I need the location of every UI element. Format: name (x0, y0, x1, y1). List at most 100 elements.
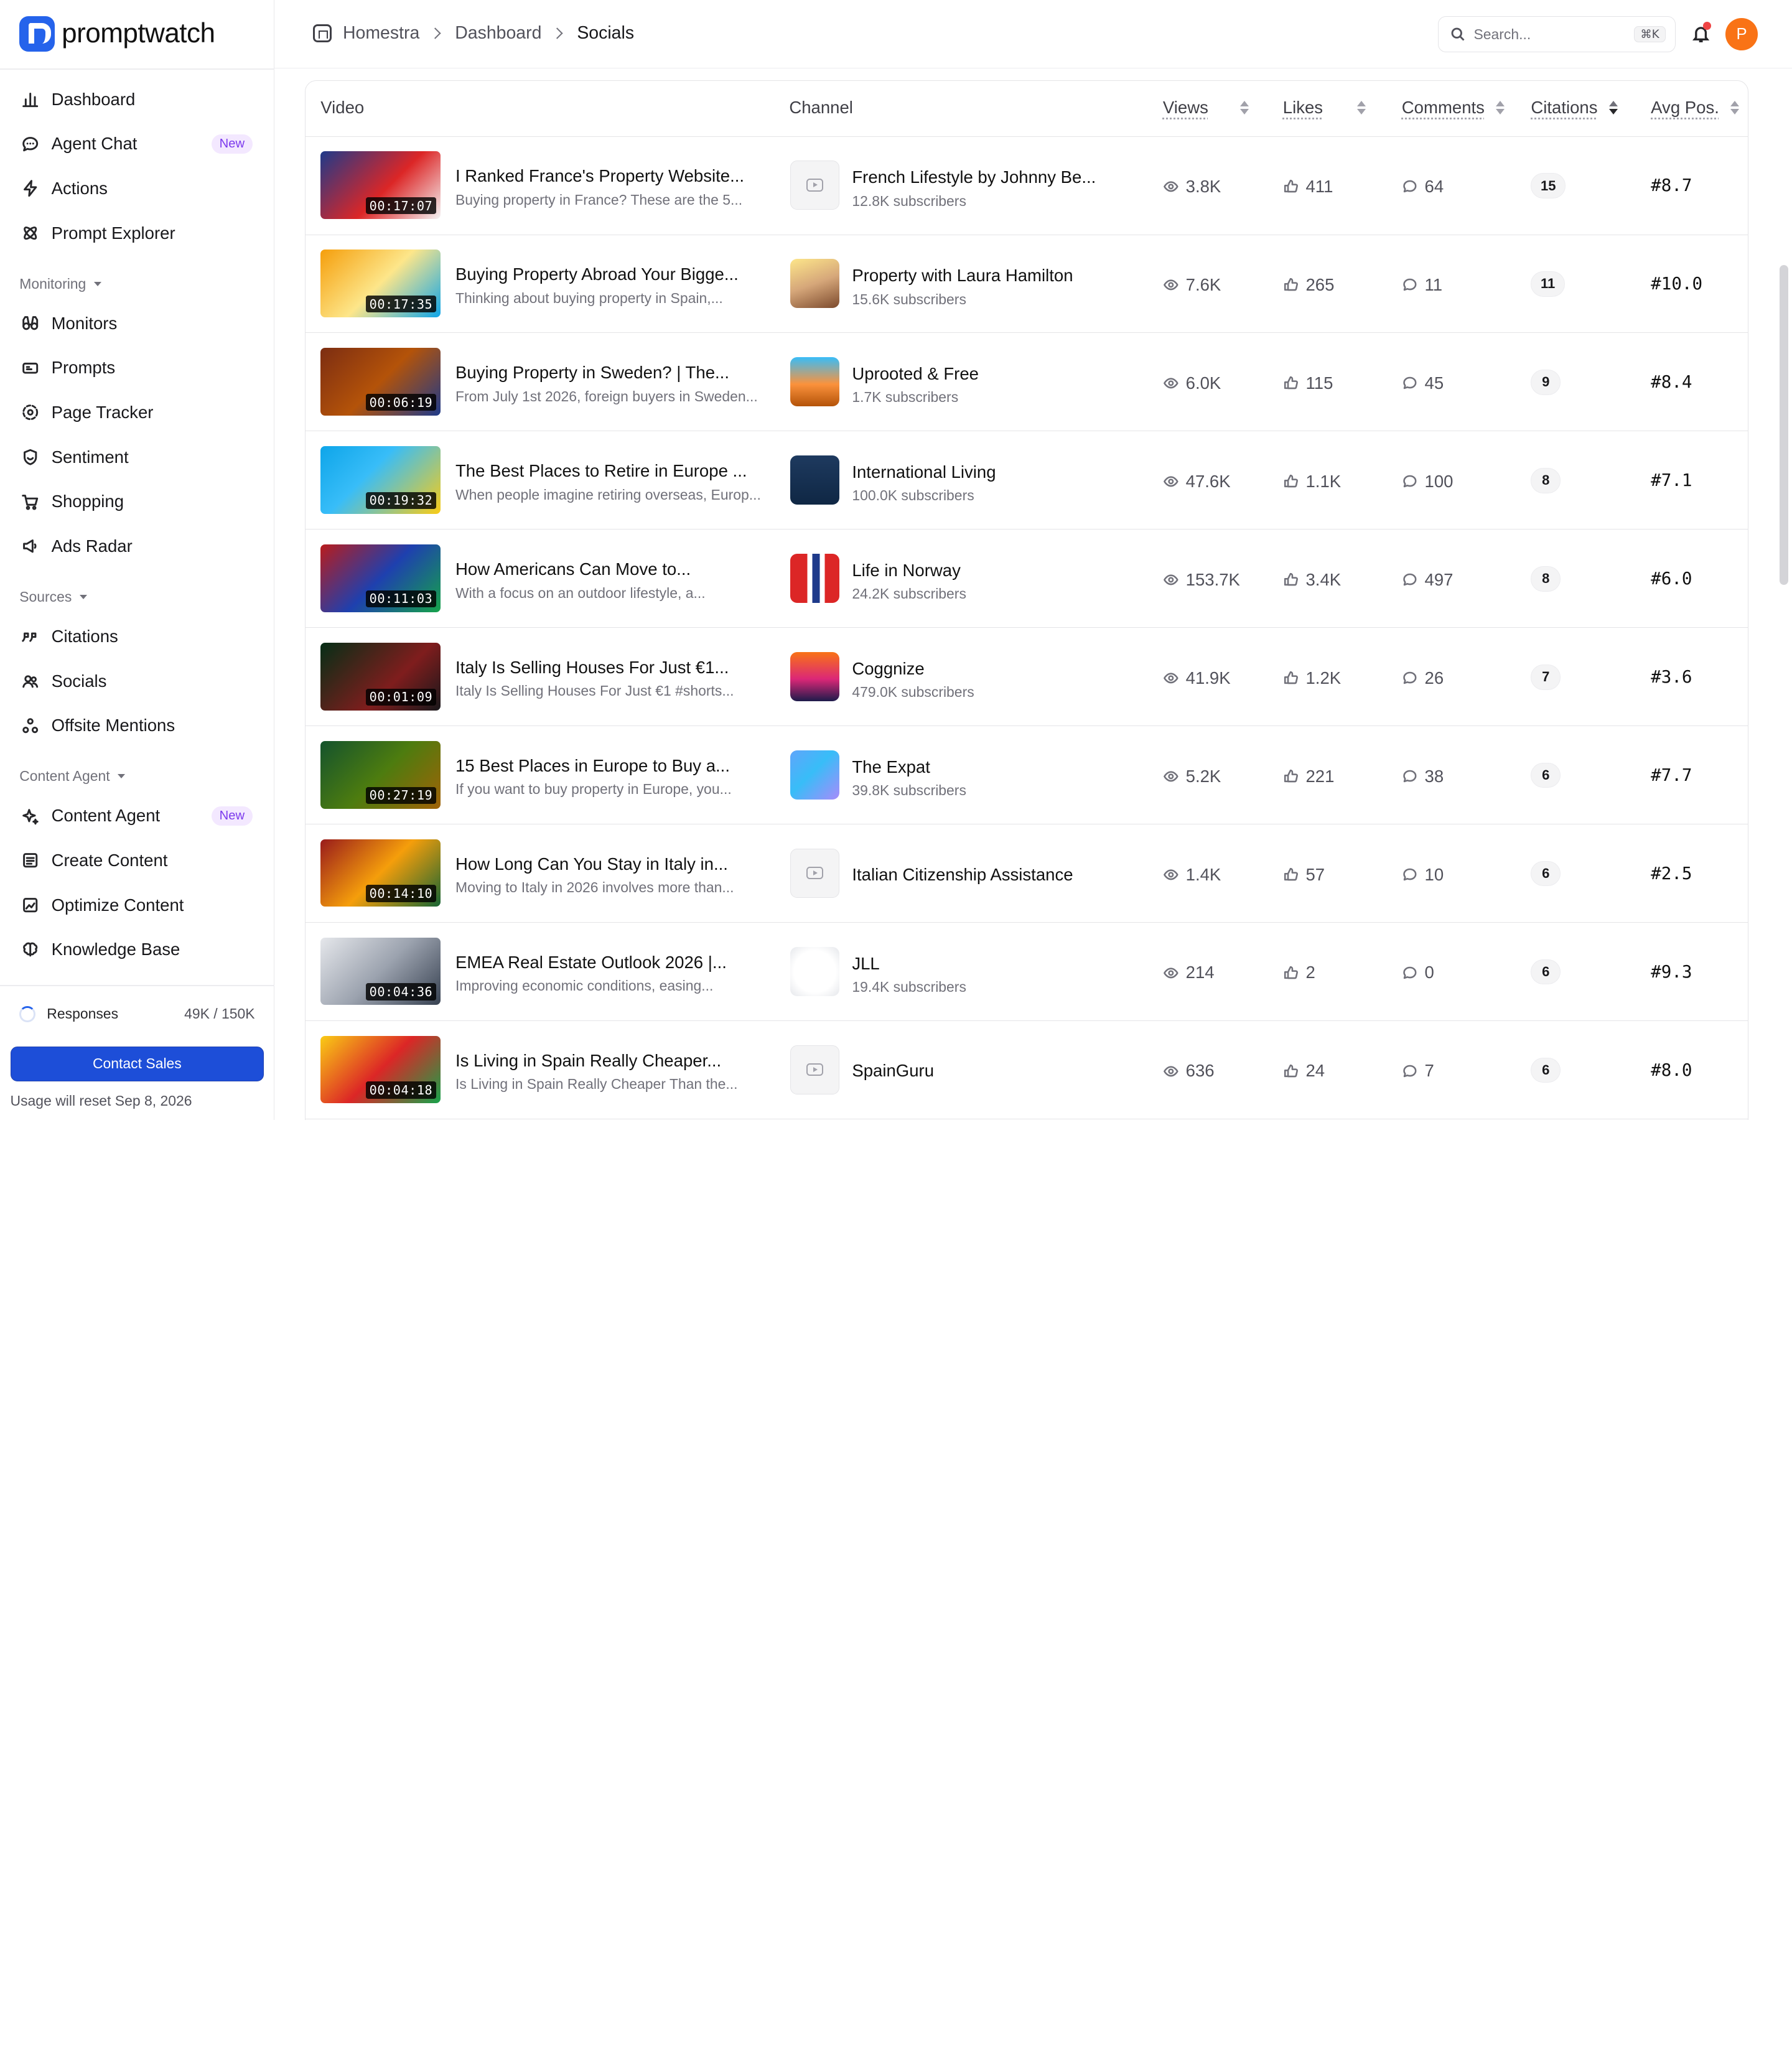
video-title[interactable]: The Best Places to Retire in Europe ... (455, 461, 764, 481)
video-title[interactable]: Italy Is Selling Houses For Just €1... (455, 658, 764, 678)
video-title[interactable]: How Americans Can Move to... (455, 559, 764, 579)
video-thumbnail[interactable]: 00:04:18 (320, 1036, 441, 1104)
video-thumbnail[interactable]: 00:11:03 (320, 544, 441, 612)
breadcrumb-dashboard[interactable]: Dashboard (455, 23, 541, 44)
section-content-agent[interactable]: Content Agent (19, 768, 126, 785)
scrollbar[interactable] (1779, 265, 1789, 585)
video-title[interactable]: Buying Property Abroad Your Bigge... (455, 264, 764, 284)
video-title[interactable]: Is Living in Spain Really Cheaper... (455, 1051, 764, 1071)
sidebar-item-prompts[interactable]: Prompts (11, 348, 264, 387)
views-value: 7.6K (1185, 274, 1221, 294)
table-row[interactable]: 00:14:10 How Long Can You Stay in Italy … (306, 824, 1748, 923)
sidebar-item-dashboard[interactable]: Dashboard (11, 80, 264, 119)
sidebar-item-create-content[interactable]: Create Content (11, 841, 264, 880)
channel-name[interactable]: SpainGuru (852, 1061, 1126, 1081)
avatar[interactable]: P (1725, 18, 1758, 50)
comments-value: 10 (1424, 864, 1444, 884)
channel-name[interactable]: Italian Citizenship Assistance (852, 865, 1126, 885)
video-thumbnail[interactable]: 00:04:36 (320, 938, 441, 1005)
column-views[interactable]: Views (1163, 98, 1249, 118)
channel-name[interactable]: Uprooted & Free (852, 364, 1126, 384)
notifications-button[interactable] (1691, 21, 1712, 45)
table-row[interactable]: 00:11:03 How Americans Can Move to... Wi… (306, 529, 1748, 628)
column-comments[interactable]: Comments (1402, 98, 1505, 118)
citations-badge: 15 (1531, 173, 1566, 198)
video-thumbnail[interactable]: 00:14:10 (320, 839, 441, 907)
breadcrumb: Homestra Dashboard Socials (313, 23, 634, 44)
table-row[interactable]: 00:27:19 15 Best Places in Europe to Buy… (306, 726, 1748, 825)
sidebar-item-actions[interactable]: Actions (11, 169, 264, 208)
caret-down-icon (118, 774, 126, 778)
video-duration: 00:01:09 (366, 688, 436, 706)
table-row[interactable]: 00:17:35 Buying Property Abroad Your Big… (306, 235, 1748, 334)
column-citations[interactable]: Citations (1531, 98, 1618, 118)
video-title[interactable]: Buying Property in Sweden? | The... (455, 363, 764, 383)
video-title[interactable]: How Long Can You Stay in Italy in... (455, 854, 764, 874)
channel-name[interactable]: Property with Laura Hamilton (852, 266, 1126, 286)
sidebar-item-shopping[interactable]: Shopping (11, 482, 264, 521)
column-likes[interactable]: Likes (1283, 98, 1366, 118)
video-thumbnail[interactable]: 00:27:19 (320, 741, 441, 809)
brand-name: promptwatch (62, 18, 215, 49)
video-title[interactable]: I Ranked France's Property Website... (455, 166, 764, 186)
usage-label: Responses (47, 1005, 119, 1022)
video-thumbnail[interactable]: 00:17:35 (320, 250, 441, 317)
table-row[interactable]: 00:19:32 The Best Places to Retire in Eu… (306, 431, 1748, 530)
column-avg-pos[interactable]: Avg Pos. (1651, 98, 1740, 118)
channel-name[interactable]: Life in Norway (852, 561, 1126, 581)
channel-name[interactable]: Coggnize (852, 659, 1126, 679)
sidebar-item-sentiment[interactable]: Sentiment (11, 437, 264, 476)
sidebar-item-offsite-mentions[interactable]: Offsite Mentions (11, 706, 264, 745)
section-sources[interactable]: Sources (19, 589, 88, 605)
channel-name[interactable]: JLL (852, 954, 1126, 974)
views-value: 214 (1185, 963, 1215, 982)
column-label: Avg Pos. (1651, 98, 1719, 118)
channel-avatar (790, 259, 840, 309)
sidebar-item-page-tracker[interactable]: Page Tracker (11, 393, 264, 432)
search-shortcut: ⌘K (1634, 26, 1666, 43)
video-title[interactable]: EMEA Real Estate Outlook 2026 |... (455, 953, 764, 973)
comments-cell: 64 (1402, 177, 1444, 197)
comments-value: 7 (1424, 1061, 1434, 1081)
contact-sales-button[interactable]: Contact Sales (10, 1047, 264, 1081)
breadcrumb-workspace[interactable]: Homestra (343, 23, 419, 44)
video-thumbnail[interactable]: 00:19:32 (320, 446, 441, 514)
video-title[interactable]: 15 Best Places in Europe to Buy a... (455, 756, 764, 776)
table-row[interactable]: 00:17:07 I Ranked France's Property Webs… (306, 137, 1748, 235)
sidebar-item-monitors[interactable]: Monitors (11, 304, 264, 343)
video-thumbnail[interactable]: 00:06:19 (320, 348, 441, 416)
comments-cell: 7 (1402, 1061, 1434, 1081)
thumbs-up-icon (1283, 277, 1299, 293)
channel-name[interactable]: The Expat (852, 757, 1126, 777)
sidebar-item-knowledge-base[interactable]: Knowledge Base (11, 930, 264, 969)
sidebar: promptwatch Dashboard Agent Chat New Act… (0, 0, 274, 1120)
likes-cell: 1.1K (1283, 472, 1341, 492)
likes-value: 115 (1305, 373, 1333, 393)
message-square-icon (21, 358, 40, 378)
brand-logo[interactable]: promptwatch (19, 16, 215, 52)
channel-name[interactable]: International Living (852, 462, 1126, 482)
sidebar-item-citations[interactable]: Citations (11, 617, 264, 656)
video-description: Improving economic conditions, easing... (455, 977, 714, 994)
search-input[interactable]: Search... ⌘K (1437, 16, 1676, 53)
sidebar-item-agent-chat[interactable]: Agent Chat New (11, 124, 264, 163)
table-row[interactable]: 00:04:36 EMEA Real Estate Outlook 2026 |… (306, 923, 1748, 1022)
sidebar-item-ads-radar[interactable]: Ads Radar (11, 527, 264, 566)
sidebar-item-optimize-content[interactable]: Optimize Content (11, 885, 264, 924)
channel-name[interactable]: French Lifestyle by Johnny Be... (852, 167, 1126, 187)
table-row[interactable]: 00:01:09 Italy Is Selling Houses For Jus… (306, 628, 1748, 727)
sidebar-item-prompt-explorer[interactable]: Prompt Explorer (11, 213, 264, 252)
video-thumbnail[interactable]: 00:01:09 (320, 643, 441, 711)
section-monitoring[interactable]: Monitoring (19, 276, 102, 292)
views-cell: 7.6K (1163, 275, 1221, 295)
table-row[interactable]: 00:06:19 Buying Property in Sweden? | Th… (306, 333, 1748, 432)
search-icon (1451, 27, 1465, 41)
sidebar-item-socials[interactable]: Socials (11, 661, 264, 700)
table-row[interactable]: 00:04:18 Is Living in Spain Really Cheap… (306, 1021, 1748, 1120)
views-value: 5.2K (1185, 766, 1221, 786)
likes-value: 57 (1305, 864, 1325, 884)
video-thumbnail[interactable]: 00:17:07 (320, 151, 441, 219)
sidebar-item-content-agent[interactable]: Content Agent New (11, 796, 264, 835)
video-description: Is Living in Spain Really Cheaper Than t… (455, 1076, 738, 1093)
likes-value: 221 (1305, 766, 1335, 786)
